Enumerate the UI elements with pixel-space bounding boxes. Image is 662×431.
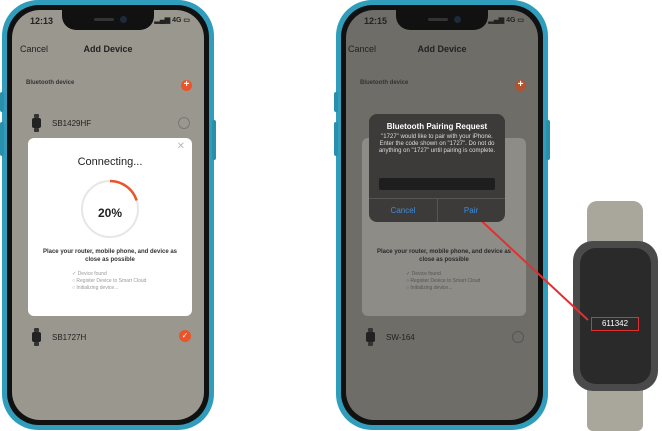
status-bar: 12:15 ▂▄▆ 4G ▭ (346, 16, 538, 30)
signal-label: 4G (172, 17, 182, 24)
status-icons: ▂▄▆ 4G ▭ (154, 17, 190, 24)
dialog-message: "1727" would like to pair with your iPho… (378, 134, 496, 154)
status-bar: 12:13 ▂▄▆ 4G ▭ (12, 16, 204, 30)
status-icons: ▂▄▆ 4G ▭ (488, 17, 524, 24)
arrow-annotation (441, 183, 589, 321)
pairing-code-input[interactable] (379, 178, 495, 190)
dialog-cancel-button[interactable]: Cancel (369, 206, 437, 215)
status-time: 12:13 (30, 16, 54, 26)
dialog-title: Bluetooth Pairing Request (386, 122, 488, 131)
status-time: 12:15 (364, 16, 388, 26)
bluetooth-pairing-dialog: Bluetooth Pairing Request "1727" would l… (369, 114, 505, 222)
signal-label: 4G (506, 17, 516, 24)
pair-button[interactable]: Pair (437, 206, 505, 215)
